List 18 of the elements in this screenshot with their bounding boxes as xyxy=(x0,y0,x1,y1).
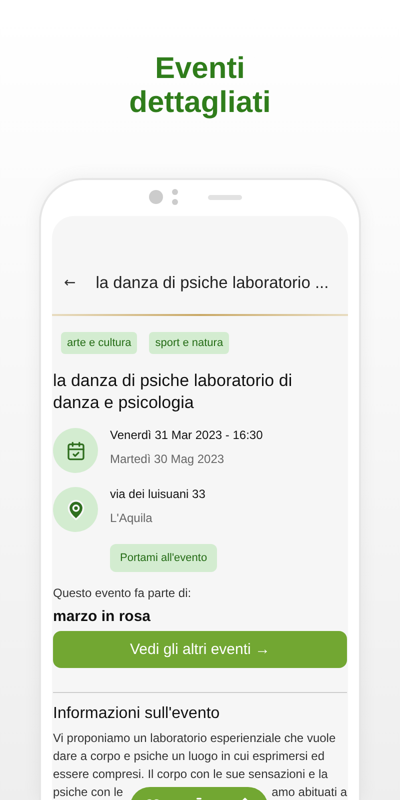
info-text: psiche con le xyxy=(53,784,124,800)
detail-secondary: Martedì 30 Mag 2023 xyxy=(110,452,226,466)
series-label: Questo evento fa parte di: xyxy=(53,586,192,600)
series-name: marzo in rosa xyxy=(53,608,152,625)
detail-primary: via dei luisuani 33 xyxy=(110,487,206,501)
see-events-button[interactable]: Vedi gli altri eventi → xyxy=(53,631,347,668)
back-button[interactable]: ← xyxy=(64,275,76,291)
directions-button[interactable]: Portami all'evento xyxy=(110,544,218,572)
calendar-icon xyxy=(66,440,86,460)
event-title: la danza di psiche laboratorio di danza e psicologia xyxy=(53,370,294,414)
info-heading: Informazioni sull'evento xyxy=(53,705,221,723)
header-title: la danza di psiche laboratorio ... xyxy=(96,274,329,292)
info-text: amo abituati a xyxy=(272,784,347,800)
detail-secondary: L'Aquila xyxy=(110,511,154,525)
headline: Eventi dettagliati xyxy=(129,52,271,120)
category-tag[interactable]: arte e cultura xyxy=(61,332,138,354)
category-tag[interactable]: sport e natura xyxy=(149,332,230,354)
detail-primary: Venerdì 31 Mar 2023 - 16:30 xyxy=(110,428,263,442)
